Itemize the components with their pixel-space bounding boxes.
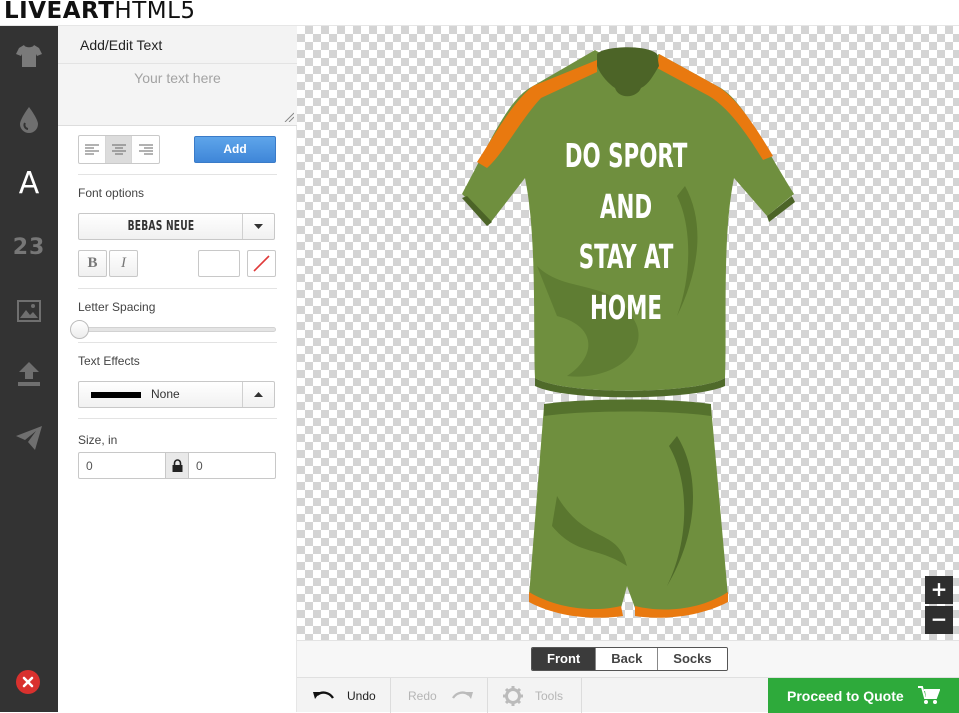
redo-button[interactable]: Redo: [402, 678, 473, 713]
redo-label: Redo: [408, 688, 437, 703]
sidebar: A 23: [0, 26, 58, 712]
font-options-label: Font options: [78, 186, 145, 200]
caret-down-icon: [254, 224, 263, 229]
letter-spacing-slider-handle[interactable]: [70, 320, 89, 339]
tools-label: Tools: [535, 688, 564, 703]
align-left-icon: [84, 144, 99, 154]
proceed-to-quote-button[interactable]: Proceed to Quote: [768, 678, 959, 713]
resize-grip-icon[interactable]: [284, 112, 294, 122]
gear-icon: [503, 685, 523, 706]
italic-button[interactable]: I: [109, 250, 138, 277]
outline-color-picker[interactable]: [247, 250, 276, 277]
zoom-in-button[interactable]: +: [925, 576, 953, 604]
sidebar-item-names-numbers[interactable]: 23: [0, 217, 58, 277]
close-icon: [22, 676, 34, 688]
tab-socks[interactable]: Socks: [658, 648, 727, 670]
redo-icon: [451, 690, 473, 699]
tshirt-icon: [16, 45, 42, 67]
text-effects-label: Text Effects: [78, 354, 140, 368]
bold-button[interactable]: B: [78, 250, 107, 277]
undo-icon: [313, 690, 334, 699]
upload-icon: [18, 362, 40, 386]
align-center-button[interactable]: [105, 136, 133, 163]
cart-icon: [917, 686, 940, 704]
design-text-line: STAY AT: [578, 237, 674, 276]
sidebar-item-upload[interactable]: [0, 344, 58, 404]
panel-title: Add/Edit Text: [58, 26, 297, 64]
quote-label: Proceed to Quote: [787, 687, 904, 704]
soccer-kit-product: [462, 47, 795, 618]
effect-preview-swatch: [91, 392, 141, 398]
sidebar-item-share[interactable]: [0, 408, 58, 468]
divider: [581, 678, 582, 713]
text-color-picker[interactable]: [198, 250, 240, 277]
effects-dropdown-toggle[interactable]: [242, 382, 274, 407]
size-fields: [78, 452, 276, 479]
divider: [78, 342, 277, 343]
letter-spacing-slider[interactable]: [80, 327, 276, 332]
no-color-icon: [253, 255, 270, 272]
numbers-icon: 23: [12, 234, 46, 260]
design-canvas[interactable]: DO SPORT AND STAY AT HOME + −: [297, 26, 959, 640]
lock-proportions-button[interactable]: [165, 453, 189, 478]
caret-up-icon: [254, 392, 263, 397]
height-input[interactable]: [189, 453, 275, 478]
letter-spacing-label: Letter Spacing: [78, 300, 156, 314]
size-label: Size, in: [78, 433, 118, 447]
view-switcher-bar: Front Back Socks: [297, 640, 959, 677]
sidebar-item-images[interactable]: [0, 281, 58, 341]
text-input[interactable]: [58, 64, 297, 126]
font-family-select[interactable]: BEBAS NEUE: [78, 213, 275, 240]
drop-icon: [20, 107, 38, 133]
logo-light-text: HTML5: [114, 0, 196, 24]
add-text-button[interactable]: Add: [194, 136, 276, 163]
divider: [78, 418, 277, 419]
text-effect-value: None: [151, 387, 180, 401]
align-right-icon: [138, 144, 153, 154]
paper-plane-icon: [16, 426, 42, 450]
zoom-out-button[interactable]: −: [925, 606, 953, 634]
font-dropdown-toggle[interactable]: [242, 214, 274, 239]
undo-label: Undo: [347, 688, 376, 703]
design-text-object[interactable]: DO SPORT AND STAY AT HOME: [541, 131, 711, 333]
tools-button[interactable]: Tools: [503, 678, 569, 713]
align-right-button[interactable]: [132, 136, 159, 163]
tab-front[interactable]: Front: [532, 648, 597, 670]
align-button-group: [78, 135, 160, 164]
logo-bold-text: LIVEART: [4, 0, 115, 24]
sidebar-item-products[interactable]: [0, 26, 58, 86]
app-logo: LIVEARTHTML5: [4, 0, 196, 24]
design-text-line: HOME: [590, 287, 662, 327]
divider: [390, 678, 391, 713]
divider: [487, 678, 488, 713]
design-text-line: DO SPORT: [564, 136, 688, 175]
view-tabs: Front Back Socks: [531, 647, 728, 671]
align-left-button[interactable]: [79, 136, 106, 163]
design-text-line: AND: [599, 186, 653, 226]
image-icon: [17, 300, 41, 322]
font-family-value: BEBAS NEUE: [127, 219, 195, 234]
divider: [78, 288, 277, 289]
undo-button[interactable]: Undo: [313, 678, 382, 713]
sidebar-item-text[interactable]: A: [0, 153, 58, 213]
lock-icon: [172, 459, 182, 472]
text-effects-select[interactable]: None: [78, 381, 275, 408]
text-panel: Add/Edit Text Add Font options BEBAS NEU…: [58, 26, 297, 712]
align-center-icon: [111, 144, 126, 154]
app-header: LIVEARTHTML5: [0, 0, 959, 26]
close-button[interactable]: [16, 670, 40, 694]
text-a-icon: A: [18, 165, 40, 201]
sidebar-item-colors[interactable]: [0, 90, 58, 150]
bottom-toolbar: Undo Redo Tools Proceed to Quote: [297, 677, 959, 713]
width-input[interactable]: [79, 453, 165, 478]
tab-back[interactable]: Back: [596, 648, 659, 670]
divider: [78, 174, 277, 175]
